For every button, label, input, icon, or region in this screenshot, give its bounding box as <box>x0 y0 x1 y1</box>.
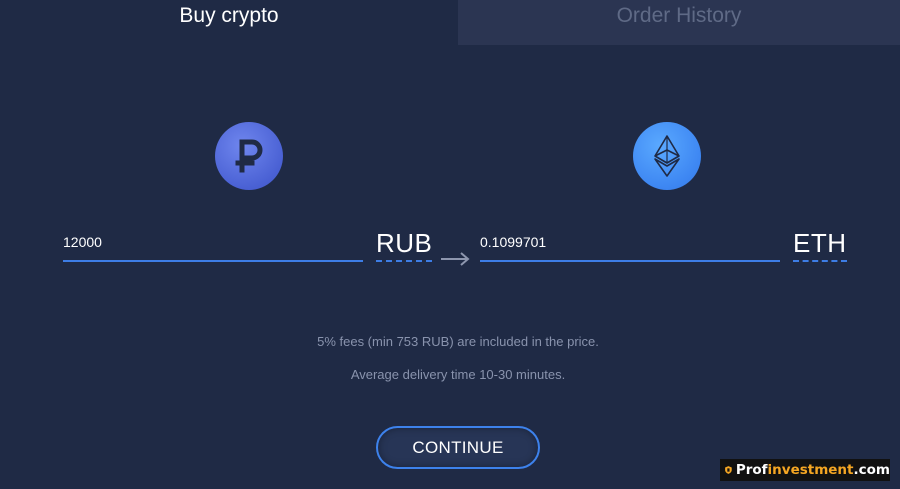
buy-crypto-page: Buy crypto Order History RUB ETH 5% fees… <box>0 0 900 489</box>
from-currency-selector[interactable]: RUB <box>376 228 433 262</box>
watermark-logo: Prof investment .com <box>720 459 890 481</box>
from-amount-input[interactable] <box>63 234 363 250</box>
fees-info-text: 5% fees (min 753 RUB) are included in th… <box>317 334 599 349</box>
arrow-right-icon <box>440 250 470 273</box>
tab-bar: Buy crypto Order History <box>0 0 900 45</box>
watermark-prefix: Prof <box>735 462 768 478</box>
from-amount-underline <box>63 260 363 262</box>
tab-buy-crypto[interactable]: Buy crypto <box>0 0 458 45</box>
ethereum-icon <box>633 122 701 190</box>
to-amount-underline <box>480 260 780 262</box>
watermark-accent: investment <box>767 462 854 478</box>
ruble-icon <box>215 122 283 190</box>
from-amount-field[interactable] <box>63 226 363 262</box>
to-amount-input[interactable] <box>480 234 780 250</box>
delivery-info-text: Average delivery time 10-30 minutes. <box>350 367 566 382</box>
to-amount-field[interactable] <box>480 226 780 262</box>
continue-button[interactable]: CONTINUE <box>376 426 540 469</box>
to-currency-selector[interactable]: ETH <box>793 228 847 262</box>
shield-logo-icon <box>725 466 732 474</box>
tab-order-history[interactable]: Order History <box>458 0 900 45</box>
watermark-suffix: .com <box>853 462 890 478</box>
